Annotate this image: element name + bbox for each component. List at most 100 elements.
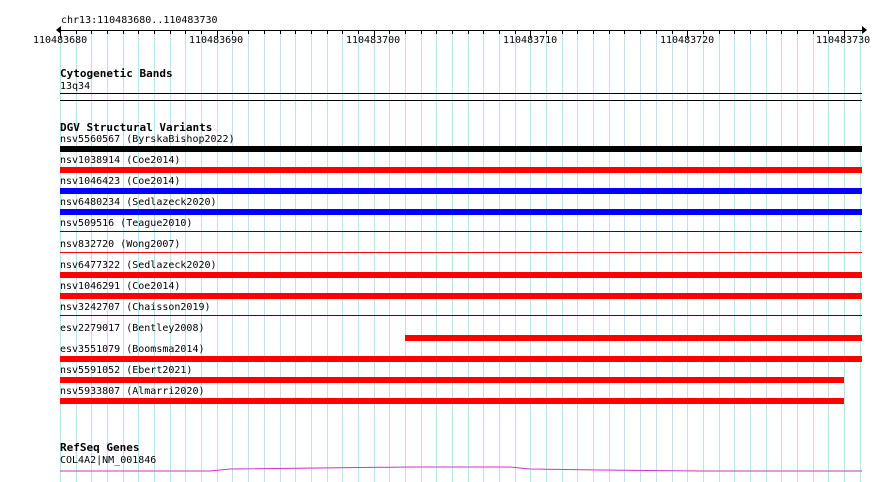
tick-label: 110483710 bbox=[503, 35, 558, 46]
sv-feature-bar[interactable] bbox=[60, 398, 844, 404]
ruler-tick bbox=[750, 30, 751, 34]
ruler-tick bbox=[546, 30, 547, 34]
band-line[interactable] bbox=[60, 93, 862, 94]
grid-line bbox=[577, 30, 578, 482]
grid-line bbox=[844, 30, 845, 482]
grid-line bbox=[201, 30, 202, 482]
sv-feature-bar[interactable] bbox=[60, 209, 862, 215]
ruler-tick bbox=[327, 30, 328, 34]
sv-feature-bar[interactable] bbox=[60, 167, 862, 173]
ruler-tick bbox=[154, 30, 155, 34]
ruler-tick bbox=[201, 30, 202, 34]
sv-feature-bar[interactable] bbox=[60, 146, 862, 152]
grid-line bbox=[624, 30, 625, 482]
grid-line bbox=[405, 30, 406, 482]
right-arrow-icon[interactable] bbox=[862, 26, 867, 34]
gene-model[interactable] bbox=[0, 462, 890, 474]
track-title[interactable]: RefSeq Genes bbox=[60, 442, 139, 453]
ruler-tick bbox=[609, 30, 610, 34]
grid-line bbox=[76, 30, 77, 482]
grid-line bbox=[719, 30, 720, 482]
ruler-tick bbox=[515, 30, 516, 34]
ruler-tick bbox=[76, 30, 77, 34]
grid-line bbox=[374, 30, 375, 482]
ruler-tick bbox=[734, 30, 735, 34]
grid-line bbox=[640, 30, 641, 482]
tick-label: 110483700 bbox=[346, 35, 401, 46]
sv-feature-bar[interactable] bbox=[60, 188, 862, 194]
sv-feature-label: esv3551079 (Boomsma2014) bbox=[60, 344, 205, 355]
ruler-tick bbox=[640, 30, 641, 34]
grid-line bbox=[311, 30, 312, 482]
sv-feature-bar[interactable] bbox=[60, 315, 862, 316]
grid-line bbox=[860, 30, 861, 482]
grid-line bbox=[672, 30, 673, 482]
sv-feature-bar[interactable] bbox=[60, 252, 862, 253]
sv-feature-bar[interactable] bbox=[405, 335, 862, 341]
ruler-tick bbox=[656, 30, 657, 34]
ruler-tick bbox=[813, 30, 814, 34]
track-separator bbox=[60, 100, 862, 101]
sv-feature-label: nsv6477322 (Sedlazeck2020) bbox=[60, 260, 217, 271]
grid-line bbox=[593, 30, 594, 482]
ruler-tick bbox=[91, 30, 92, 34]
grid-line bbox=[342, 30, 343, 482]
grid-line bbox=[170, 30, 171, 482]
sv-feature-label: nsv1046291 (Coe2014) bbox=[60, 281, 181, 292]
grid-line bbox=[766, 30, 767, 482]
grid-line bbox=[609, 30, 610, 482]
grid-line bbox=[91, 30, 92, 482]
sv-feature-label: nsv3242707 (Chaisson2019) bbox=[60, 302, 211, 313]
sv-feature-bar[interactable] bbox=[60, 377, 844, 383]
grid-line bbox=[138, 30, 139, 482]
grid-line bbox=[781, 30, 782, 482]
grid-line bbox=[264, 30, 265, 482]
ruler-tick bbox=[248, 30, 249, 34]
ruler-tick bbox=[624, 30, 625, 34]
grid-line bbox=[468, 30, 469, 482]
grid-line bbox=[452, 30, 453, 482]
grid-line bbox=[562, 30, 563, 482]
ruler-tick bbox=[232, 30, 233, 34]
genome-browser-view: chr13:110483680..110483730 110483680 110… bbox=[0, 0, 890, 482]
grid-line bbox=[154, 30, 155, 482]
sv-feature-bar[interactable] bbox=[60, 356, 862, 362]
ruler-tick bbox=[295, 30, 296, 34]
sv-feature-label: nsv5591052 (Ebert2021) bbox=[60, 365, 193, 376]
ruler-tick bbox=[719, 30, 720, 34]
tick-label: 110483680 bbox=[33, 35, 88, 46]
ruler-tick bbox=[828, 30, 829, 34]
ruler-tick bbox=[264, 30, 265, 34]
sv-feature-bar[interactable] bbox=[60, 231, 862, 232]
sv-feature-bar[interactable] bbox=[60, 293, 862, 299]
grid-line bbox=[60, 30, 61, 482]
grid-line bbox=[734, 30, 735, 482]
sv-feature-label: nsv5933807 (Almarri2020) bbox=[60, 386, 205, 397]
ruler-axis bbox=[60, 30, 862, 31]
grid-line bbox=[546, 30, 547, 482]
grid-line bbox=[797, 30, 798, 482]
grid-line bbox=[295, 30, 296, 482]
sv-feature-bar[interactable] bbox=[60, 272, 862, 278]
sv-feature-label: nsv1038914 (Coe2014) bbox=[60, 155, 181, 166]
grid-line bbox=[280, 30, 281, 482]
grid-line bbox=[327, 30, 328, 482]
grid-line bbox=[530, 30, 531, 482]
ruler-tick bbox=[170, 30, 171, 34]
grid-line bbox=[232, 30, 233, 482]
ruler-tick bbox=[593, 30, 594, 34]
ruler-tick bbox=[389, 30, 390, 34]
sv-feature-label: nsv832720 (Wong2007) bbox=[60, 239, 181, 250]
tick-label: 110483690 bbox=[189, 35, 244, 46]
track-title[interactable]: Cytogenetic Bands bbox=[60, 68, 173, 79]
track-title[interactable]: DGV Structural Variants bbox=[60, 122, 212, 133]
tick-label: 110483730 bbox=[816, 35, 871, 46]
grid-line bbox=[185, 30, 186, 482]
grid-line bbox=[515, 30, 516, 482]
grid-line bbox=[656, 30, 657, 482]
ruler-tick bbox=[185, 30, 186, 34]
sv-feature-label: nsv509516 (Teague2010) bbox=[60, 218, 193, 229]
grid-line bbox=[750, 30, 751, 482]
grid-line bbox=[421, 30, 422, 482]
sv-feature-label: nsv1046423 (Coe2014) bbox=[60, 176, 181, 187]
